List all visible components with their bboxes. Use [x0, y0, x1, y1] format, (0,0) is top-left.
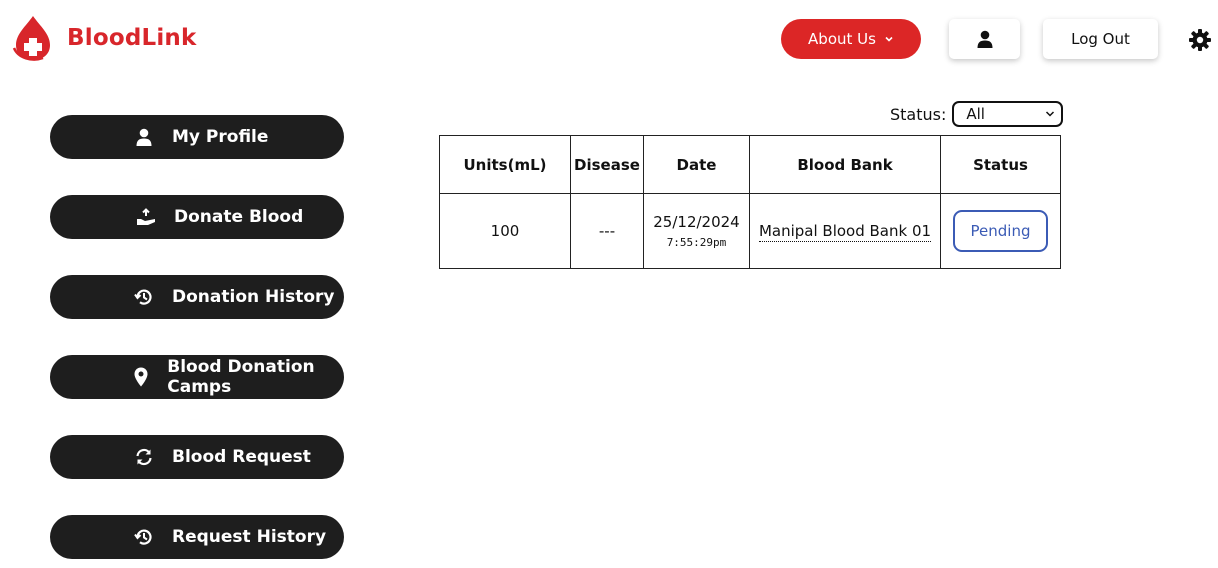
status-select-value: All — [966, 105, 985, 123]
map-pin-icon — [133, 367, 149, 387]
refresh-icon — [134, 447, 154, 467]
sidebar-item-blood-donation-camps[interactable]: Blood Donation Camps — [50, 355, 344, 399]
sidebar-item-label: Donation History — [172, 287, 335, 307]
blood-bank-link[interactable]: Manipal Blood Bank 01 — [758, 222, 932, 242]
date-value: 25/12/2024 — [653, 213, 740, 231]
sidebar-item-my-profile[interactable]: My Profile — [50, 115, 344, 159]
sidebar-item-label: Request History — [172, 527, 327, 547]
brand-logo[interactable]: BloodLink — [12, 14, 197, 62]
sidebar-item-label: Blood Request — [172, 447, 311, 467]
blood-drop-logo-icon — [12, 16, 50, 61]
sidebar-item-label: Blood Donation Camps — [167, 357, 315, 397]
sidebar-item-donate-blood[interactable]: Donate Blood — [50, 195, 344, 239]
table-row: 100 --- 25/12/2024 7:55:29pm Manipal Blo… — [439, 193, 1061, 269]
user-account-button[interactable] — [949, 19, 1020, 59]
disease-cell: --- — [570, 193, 644, 269]
column-header: Units(mL) — [439, 135, 571, 194]
column-header: Status — [940, 135, 1061, 194]
status-filter-label: Status: — [890, 104, 947, 124]
sidebar-item-label: Donate Blood — [174, 207, 304, 227]
status-filter: Status: All — [890, 101, 1064, 127]
date-cell: 25/12/2024 7:55:29pm — [643, 193, 750, 269]
column-header: Date — [643, 135, 750, 194]
donate-hand-icon — [136, 207, 156, 227]
sidebar-item-request-history[interactable]: Request History — [50, 515, 344, 559]
status-cell: Pending — [940, 193, 1061, 269]
status-select[interactable]: All — [952, 101, 1064, 127]
chevron-down-icon — [885, 36, 893, 42]
sidebar-item-donation-history[interactable]: Donation History — [50, 275, 344, 319]
table-header-row: Units(mL) Disease Date Blood Bank Status — [439, 135, 1061, 194]
logout-button[interactable]: Log Out — [1043, 19, 1158, 59]
about-us-button[interactable]: About Us — [781, 19, 921, 59]
units-cell: 100 — [439, 193, 571, 269]
user-icon — [134, 127, 154, 147]
status-badge[interactable]: Pending — [953, 210, 1048, 252]
gear-icon[interactable] — [1188, 28, 1212, 52]
column-header: Disease — [570, 135, 644, 194]
history-icon — [134, 527, 154, 547]
brand-name: BloodLink — [67, 25, 197, 51]
history-icon — [134, 287, 154, 307]
about-us-label: About Us — [808, 30, 876, 48]
chevron-down-icon — [1046, 111, 1055, 117]
sidebar-item-label: My Profile — [172, 127, 269, 147]
column-header: Blood Bank — [749, 135, 941, 194]
donation-table: Units(mL) Disease Date Blood Bank Status… — [439, 135, 1061, 269]
sidebar-item-blood-request[interactable]: Blood Request — [50, 435, 344, 479]
user-icon — [977, 30, 992, 48]
logout-label: Log Out — [1071, 30, 1130, 48]
time-value: 7:55:29pm — [666, 236, 727, 249]
blood-bank-cell: Manipal Blood Bank 01 — [749, 193, 941, 269]
